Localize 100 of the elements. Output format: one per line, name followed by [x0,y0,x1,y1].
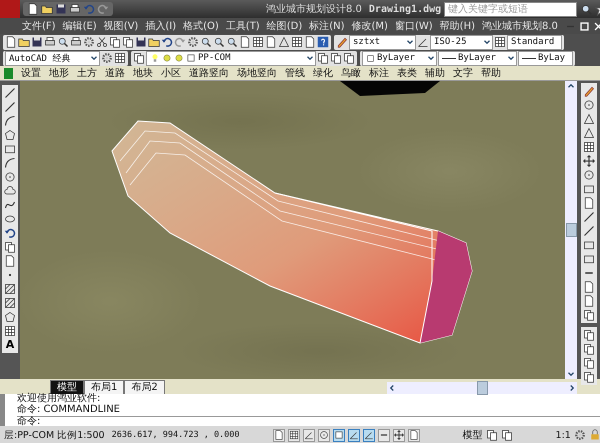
rectangle-icon[interactable] [582,183,594,195]
menu-item[interactable]: 道路竖向 [189,66,229,80]
line-icon[interactable] [4,101,16,113]
document-icon[interactable] [239,36,251,48]
pages-icon[interactable] [582,329,594,341]
pages-icon[interactable] [317,52,329,64]
arc-icon[interactable] [4,157,16,169]
document-icon[interactable] [27,3,39,15]
menu-item[interactable]: 绘图(D) [266,19,302,33]
status-toggle-button[interactable] [378,428,390,442]
linetype-dropdown[interactable]: ByLayer [438,50,517,66]
pages-icon[interactable] [582,357,594,369]
hatch-icon[interactable] [4,283,16,295]
pages-icon[interactable] [343,52,355,64]
menu-item[interactable]: 文字 [453,66,473,80]
workspace-dropdown[interactable]: AutoCAD 经典 [5,50,100,66]
circle-icon[interactable] [582,99,594,111]
polygon-icon[interactable] [4,311,16,323]
document-icon[interactable] [265,36,277,48]
triangle-icon[interactable] [582,113,594,125]
menu-item[interactable]: 视图(V) [104,19,138,33]
search-field[interactable]: 键入关键字或短语 [444,2,578,16]
status-toggle-button[interactable] [318,428,330,442]
help-icon[interactable] [317,36,329,48]
grid-icon[interactable] [252,36,264,48]
printer-icon[interactable] [44,36,56,48]
status-toggle-button[interactable] [348,428,360,442]
menu-item[interactable]: 文件(F) [22,19,56,33]
magnifier-icon[interactable] [580,2,594,16]
menu-item[interactable]: 表类 [397,66,417,80]
rectangle-icon[interactable] [582,253,594,265]
layout-tab[interactable]: 布局2 [124,380,165,394]
arc-icon[interactable] [4,115,16,127]
table-style-dropdown[interactable]: Standard [507,34,562,50]
status-toggle-button[interactable] [392,428,405,442]
pages-icon[interactable] [500,429,513,441]
document-icon[interactable] [582,295,594,307]
magnifier-icon[interactable] [57,36,69,48]
grid-icon[interactable] [291,36,303,48]
pages-icon[interactable] [122,36,134,48]
line-icon[interactable] [4,87,16,99]
line-icon[interactable] [582,225,594,237]
cloud-icon[interactable] [4,185,16,197]
magnifier-icon[interactable] [200,36,212,48]
model-button[interactable]: 模型 [462,428,483,442]
pages-icon[interactable] [582,309,594,321]
triangle-icon[interactable] [582,127,594,139]
polygon-icon[interactable] [4,129,16,141]
magnifier-icon[interactable] [226,36,238,48]
status-toggle-button[interactable] [332,428,345,442]
pages-icon[interactable] [582,371,594,383]
gear-icon[interactable] [574,429,586,441]
line-icon[interactable] [582,211,594,223]
layout-tab[interactable]: 模型 [50,380,84,394]
status-toggle-button[interactable] [288,428,300,442]
lock-icon[interactable] [588,429,600,441]
curve-icon[interactable] [4,199,16,211]
menu-item[interactable]: 土方 [77,66,97,80]
pages-icon[interactable] [109,36,121,48]
angle-icon[interactable] [417,36,429,48]
menu-item[interactable]: 地块 [133,66,153,80]
status-toggle-button[interactable] [362,428,375,442]
layout-tab[interactable]: 布局1 [84,380,124,394]
ellipse-icon[interactable] [4,213,16,225]
printer-icon[interactable] [70,36,82,48]
scroll-thumb[interactable] [566,223,576,237]
folder-icon[interactable] [41,3,53,15]
document-icon[interactable] [304,36,316,48]
menu-item[interactable]: 帮助 [481,66,501,80]
undo-icon[interactable] [4,227,16,239]
document-icon[interactable] [582,197,594,209]
magnifier-icon[interactable] [213,36,225,48]
dim-style-dropdown[interactable]: ISO-25 [430,34,493,50]
menu-item[interactable]: 格式(O) [183,19,219,33]
menu-item[interactable]: 小区 [161,66,181,80]
scroll-thumb[interactable] [476,381,488,395]
menu-item[interactable]: 鸿业城市规划8.0 [482,19,558,33]
status-toggle-button[interactable] [302,428,315,442]
pages-icon[interactable] [486,429,498,441]
document-icon[interactable] [4,255,16,267]
menu-item[interactable]: 标注 [369,66,389,80]
grid-icon[interactable] [494,36,506,48]
annotation-scale[interactable]: 1:1 [556,430,571,440]
grid-icon[interactable] [4,325,16,337]
menu-item[interactable]: 道路 [105,66,125,80]
scissors-icon[interactable] [96,36,108,48]
menu-item[interactable]: 窗口(W) [394,19,433,33]
maximize-icon[interactable] [578,20,590,32]
gear-icon[interactable] [83,36,95,48]
move-icon[interactable] [582,155,594,167]
menu-item[interactable]: 修改(M) [352,19,388,33]
grid-icon[interactable] [114,52,126,64]
pencil-icon[interactable] [582,85,594,97]
status-toggle-button[interactable] [272,428,285,442]
printer-icon[interactable] [69,3,81,15]
document-icon[interactable] [5,36,17,48]
text-style-dropdown[interactable]: sztxt [349,34,416,50]
folder-icon[interactable] [18,36,30,48]
pages-icon[interactable] [330,52,342,64]
menu-item[interactable]: 帮助(H) [440,19,475,33]
